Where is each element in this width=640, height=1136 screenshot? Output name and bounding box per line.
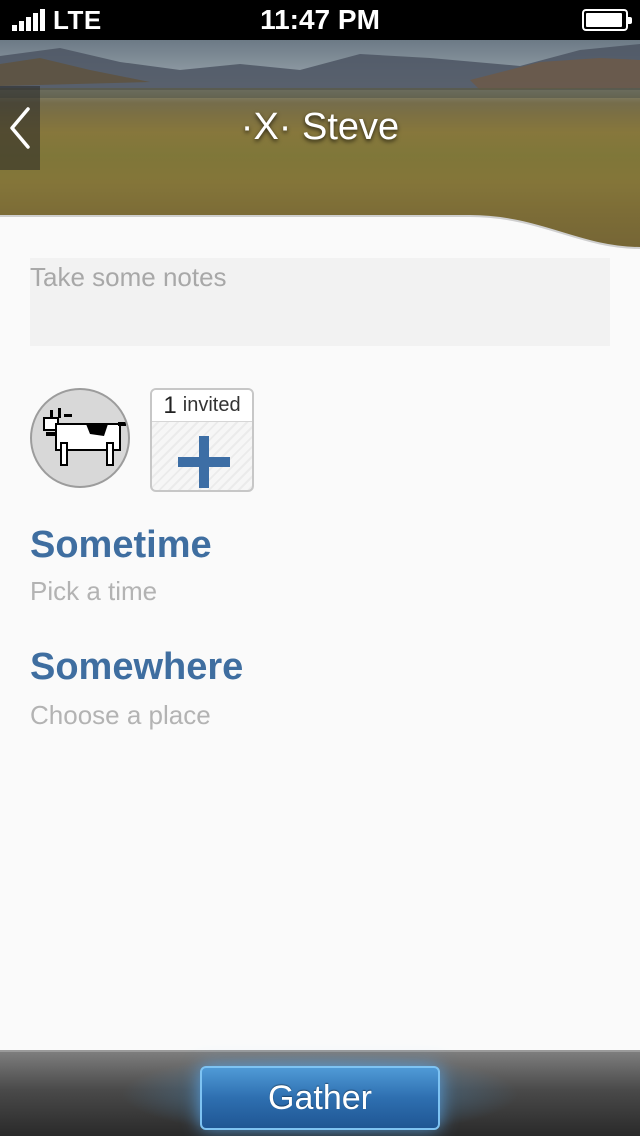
- add-invitee-button[interactable]: 1 invited: [150, 388, 254, 492]
- status-bar: LTE 11:47 PM: [0, 0, 640, 40]
- footer-bar: Gather: [0, 1050, 640, 1136]
- gather-button[interactable]: Gather: [200, 1066, 440, 1130]
- dogcow-avatar: [43, 408, 126, 466]
- notes-input[interactable]: [30, 258, 610, 346]
- status-time: 11:47 PM: [260, 4, 380, 35]
- invited-count-badge: 1 invited: [152, 390, 252, 422]
- place-title[interactable]: Somewhere: [30, 646, 243, 689]
- battery-icon: [582, 9, 632, 31]
- plus-icon: [178, 436, 230, 488]
- invitee-avatar[interactable]: [30, 388, 130, 488]
- invited-label: invited: [182, 394, 241, 416]
- place-subtitle[interactable]: Choose a place: [30, 700, 211, 731]
- time-title[interactable]: Sometime: [30, 524, 212, 567]
- event-title[interactable]: ·X· Steve: [0, 106, 640, 149]
- header-banner: ·X· Steve: [0, 40, 640, 250]
- time-subtitle[interactable]: Pick a time: [30, 576, 157, 607]
- invited-count: 1: [163, 391, 177, 419]
